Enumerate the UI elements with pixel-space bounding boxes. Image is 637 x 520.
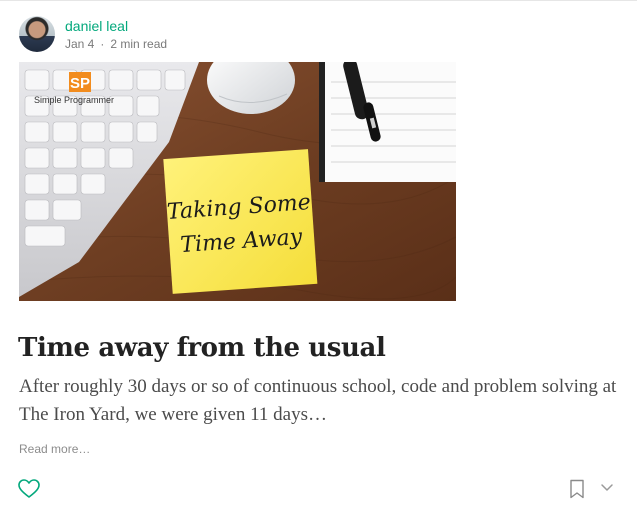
post-excerpt[interactable]: After roughly 30 days or so of continuou… bbox=[19, 373, 619, 429]
bookmark-icon[interactable] bbox=[569, 479, 585, 499]
heart-icon[interactable] bbox=[18, 479, 40, 499]
sticky-note: Taking Some Time Away bbox=[163, 149, 318, 294]
author-name-link[interactable]: daniel leal bbox=[65, 17, 128, 35]
read-time: 2 min read bbox=[110, 37, 168, 51]
svg-text:Simple Programmer: Simple Programmer bbox=[34, 95, 114, 105]
meta-separator-dot: · bbox=[100, 37, 105, 51]
read-more-link[interactable]: Read more… bbox=[19, 441, 90, 457]
post-title[interactable]: Time away from the usual bbox=[18, 331, 386, 365]
author-avatar[interactable] bbox=[19, 16, 55, 52]
top-divider bbox=[0, 0, 637, 1]
post-cover-image[interactable]: SP Simple Programmer Taking Some Time Aw… bbox=[19, 62, 456, 301]
post-date[interactable]: Jan 4 bbox=[65, 37, 94, 51]
post-meta: Jan 4 · 2 min read bbox=[65, 36, 167, 52]
svg-text:SP: SP bbox=[70, 75, 90, 92]
notebook-graphic bbox=[319, 62, 456, 182]
chevron-down-icon[interactable] bbox=[599, 481, 615, 495]
